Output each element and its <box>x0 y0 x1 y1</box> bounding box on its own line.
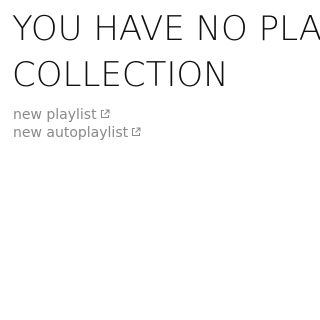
new-autoplaylist-label: new autoplaylist <box>13 125 129 141</box>
new-playlist-link[interactable]: new playlist <box>13 106 141 124</box>
external-link-icon <box>100 106 110 118</box>
heading-line-1: YOU HAVE NO PLAYLISTS IN YOUR <box>12 9 320 49</box>
empty-collection-heading: YOU HAVE NO PLAYLISTS IN YOUR COLLECTION <box>12 6 320 98</box>
playlist-actions: new playlist new autoplaylist <box>13 106 141 142</box>
new-autoplaylist-link[interactable]: new autoplaylist <box>13 124 141 142</box>
heading-line-2: COLLECTION <box>12 55 229 95</box>
new-playlist-label: new playlist <box>13 107 97 123</box>
external-link-icon <box>131 124 141 136</box>
